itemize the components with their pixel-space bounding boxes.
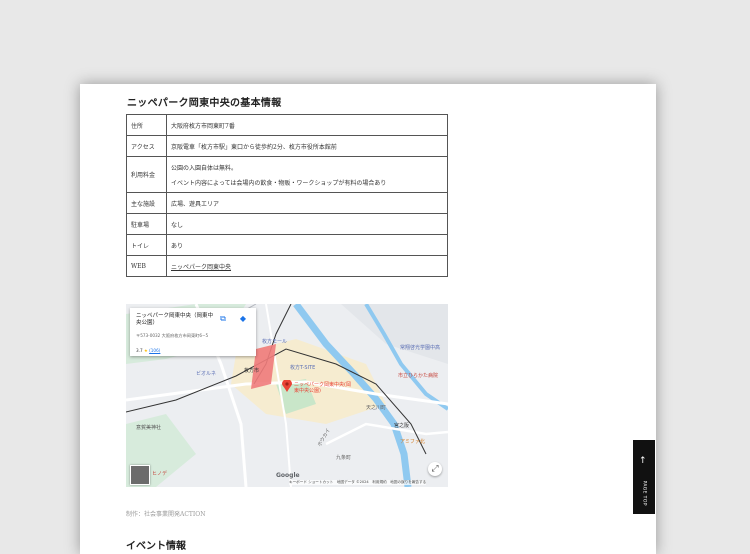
map-attribution[interactable]: キーボード ショートカット 地図データ ©2024 利用規約 地図の誤りを報告す… (289, 480, 427, 485)
table-row: 住所 大阪府枚方市岡東町7番 (126, 114, 448, 136)
info-table: 住所 大阪府枚方市岡東町7番 アクセス 京阪電車「枚方市駅」東口から徒歩約2分、… (126, 114, 448, 277)
row-key: 住所 (126, 114, 167, 136)
pin-label: ニッペパーク岡東中央(岡東中央公園) (294, 382, 351, 394)
tsite-label: 枚方T-SITE (290, 365, 316, 371)
row-key: 駐車場 (126, 213, 167, 235)
table-row: トイレ あり (126, 234, 448, 256)
open-larger-map-icon[interactable]: ⧉ (218, 314, 228, 324)
tenno-label: 天之川町 (366, 405, 387, 411)
table-row: アクセス 京阪電車「枚方市駅」東口から徒歩約2分、枚方市役所本館前 (126, 135, 448, 157)
page-top-button[interactable]: ↑ PAGE TOP (633, 440, 655, 514)
next-section-heading: イベント情報 (126, 541, 186, 552)
map-pin-icon[interactable] (282, 380, 292, 392)
row-key: 主な施設 (126, 192, 167, 214)
credit-text: 制作：社会事業開発ACTION (126, 511, 206, 518)
fee-line-1: 公園の入園自体は無料。 (171, 164, 238, 172)
shrine-label: 意賀美神社 (136, 425, 162, 431)
row-value: あり (166, 234, 448, 256)
mall-label: 枚方モール (262, 339, 288, 345)
star-icon: ★ (144, 348, 148, 353)
place-title[interactable]: ニッペパーク岡東中央（岡東中央公園） (136, 313, 216, 327)
place-address: 〒573-0032 大阪府枚方市岡東町6−5 (136, 333, 209, 338)
section-heading: ニッペパーク岡東中央の基本情報 (127, 98, 282, 109)
embedded-map[interactable]: ニッペパーク岡東中央（岡東中央公園） 〒573-0032 大阪府枚方市岡東町6−… (126, 304, 448, 487)
row-value: 大阪府枚方市岡東町7番 (166, 114, 448, 136)
hospital-label: 市立ひらかた病院 (398, 373, 439, 379)
web-link[interactable]: ニッペパーク岡東中央 (171, 264, 231, 271)
fullscreen-icon[interactable]: ⤢ (428, 462, 442, 476)
place-rating: 3.7 ★ (106) (136, 348, 160, 353)
row-value: 広場、遊具エリア (166, 192, 448, 214)
station-label: 枚方市 (244, 368, 260, 374)
table-row: WEB ニッペパーク岡東中央 (126, 255, 448, 277)
review-count-link[interactable]: (106) (149, 348, 160, 353)
row-key: トイレ (126, 234, 167, 256)
biornes-label: ビオルネ (196, 371, 217, 377)
table-row: 駐車場 なし (126, 213, 448, 235)
page-top-label: PAGE TOP (641, 480, 647, 506)
school-label: 常翔啓光学園中高 (400, 345, 441, 351)
shop-label: ヒノデ (152, 471, 168, 477)
satellite-toggle-thumbnail[interactable] (130, 465, 150, 485)
article-paper: ニッペパーク岡東中央の基本情報 住所 大阪府枚方市岡東町7番 アクセス 京阪電車… (80, 84, 656, 554)
row-value: 京阪電車「枚方市駅」東口から徒歩約2分、枚方市役所本館前 (166, 135, 448, 157)
table-row: 利用料金 公園の入園自体は無料。 イベント内容によっては会場内の飲食・物販・ワー… (126, 156, 448, 193)
directions-icon[interactable]: ◆ (238, 314, 248, 324)
row-value: ニッペパーク岡東中央 (166, 255, 448, 277)
place-info-card[interactable]: ニッペパーク岡東中央（岡東中央公園） 〒573-0032 大阪府枚方市岡東町6−… (130, 308, 256, 356)
rating-value: 3.7 (136, 348, 143, 353)
row-key: アクセス (126, 135, 167, 157)
fee-line-2: イベント内容によっては会場内の飲食・物販・ワークショップが有料の場合あり (171, 179, 387, 187)
bus-label: アミファ北 (400, 439, 425, 445)
row-value: なし (166, 213, 448, 235)
row-key: 利用料金 (126, 156, 167, 193)
row-value: 公園の入園自体は無料。 イベント内容によっては会場内の飲食・物販・ワークショップ… (166, 156, 448, 193)
google-logo: Google (276, 472, 300, 479)
table-row: 主な施設 広場、遊具エリア (126, 192, 448, 214)
kujo-label: 九条町 (336, 455, 352, 461)
miyanosaka-label: 宮之阪 (394, 423, 410, 429)
arrow-up-icon: ↑ (639, 456, 647, 466)
page: { "section": { "title": "ニッペパーク岡東中央の基本情報… (0, 0, 750, 554)
row-key: WEB (126, 255, 167, 277)
